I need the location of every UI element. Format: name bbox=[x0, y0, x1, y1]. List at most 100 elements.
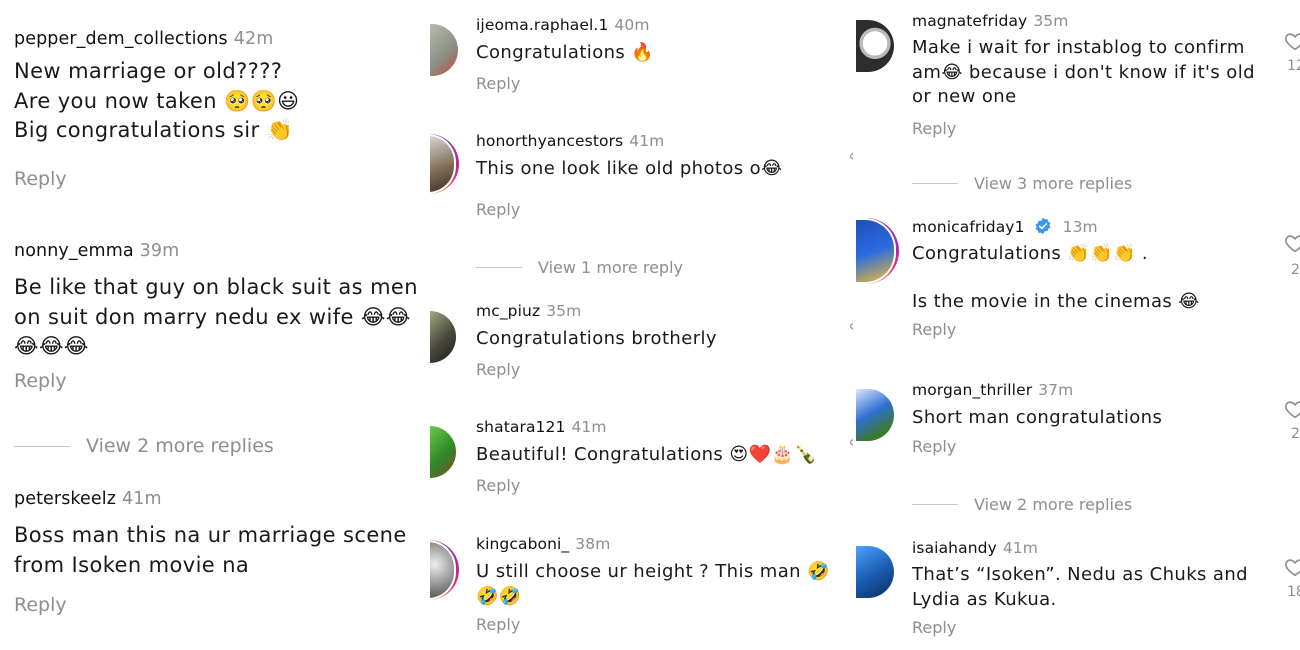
comment-line: Make i wait for instablog to confirm bbox=[912, 37, 1245, 58]
reply-button[interactable]: Reply bbox=[912, 320, 1200, 339]
reply-button[interactable]: Reply bbox=[14, 594, 407, 616]
comment-time: 40m bbox=[614, 16, 650, 34]
avatar-story-ring[interactable] bbox=[430, 540, 459, 600]
view-more-label[interactable]: View 3 more replies bbox=[974, 174, 1132, 193]
comment-line: Boss man this na ur marriage scene bbox=[14, 523, 407, 547]
username-text[interactable]: mc_piuz bbox=[476, 302, 540, 320]
reply-button[interactable]: Reply bbox=[476, 74, 654, 93]
avatar[interactable] bbox=[430, 426, 456, 478]
username-text[interactable]: morgan_thriller bbox=[912, 381, 1032, 399]
username-text[interactable]: kingcaboni_ bbox=[476, 535, 569, 553]
username-text[interactable]: monicafriday1 bbox=[912, 218, 1025, 236]
cutoff-icon: ‹ bbox=[850, 432, 854, 451]
comment-text: Be like that guy on black suit as men on… bbox=[14, 273, 418, 362]
comment-pepper: pepper_dem_collections 42m New marriage o… bbox=[14, 29, 299, 190]
divider bbox=[476, 267, 522, 268]
reply-button[interactable]: Reply bbox=[476, 200, 783, 219]
comment-line: am😂 because i don't know if it's old bbox=[912, 61, 1255, 83]
comment-text: U still choose ur height ? This man 🤣 🤣🤣 bbox=[476, 560, 830, 609]
avatar[interactable] bbox=[856, 20, 894, 72]
comment-ijeoma: ijeoma.raphael.1 40m Congratulations 🔥 Re… bbox=[476, 16, 654, 93]
comment-nonny: nonny_emma 39m Be like that guy on black … bbox=[14, 241, 418, 392]
username-text[interactable]: isaiahandy bbox=[912, 539, 997, 557]
reply-button[interactable]: Reply bbox=[14, 370, 418, 392]
reply-button[interactable]: Reply bbox=[912, 437, 1162, 456]
username-text[interactable]: pepper_dem_collections bbox=[14, 29, 228, 49]
comment-line: New marriage or old???? bbox=[14, 59, 283, 83]
reply-button[interactable]: Reply bbox=[14, 168, 299, 190]
comment-shatara: shatara121 41m Beautiful! Congratulations… bbox=[476, 418, 817, 495]
comment-line: or new one bbox=[912, 86, 1017, 107]
comment-text: That’s “Isoken”. Nedu as Chuks and Lydia… bbox=[912, 563, 1248, 612]
comment-username[interactable]: honorthyancestors 41m bbox=[476, 132, 783, 150]
comment-username[interactable]: shatara121 41m bbox=[476, 418, 817, 436]
like-count: 18 bbox=[1287, 584, 1300, 600]
reply-button[interactable]: Reply bbox=[476, 360, 717, 379]
comment-line: from Isoken movie na bbox=[14, 552, 250, 577]
reply-button[interactable]: Reply bbox=[912, 618, 1248, 637]
comment-username[interactable]: isaiahandy 41m bbox=[912, 539, 1248, 557]
heart-icon[interactable] bbox=[1284, 30, 1300, 52]
view-more-replies[interactable]: View 1 more reply bbox=[476, 258, 683, 277]
reply-button[interactable]: Reply bbox=[476, 476, 817, 495]
comment-line: 😂😂😂 bbox=[14, 334, 89, 358]
comment-username[interactable]: mc_piuz 35m bbox=[476, 302, 717, 320]
cutoff-icon: ‹ bbox=[850, 146, 854, 165]
comment-time: 41m bbox=[629, 132, 665, 150]
avatar[interactable] bbox=[430, 311, 456, 363]
avatar bbox=[430, 542, 454, 598]
comment-magnatefriday: magnatefriday 35m Make i wait for instabl… bbox=[912, 12, 1255, 138]
comment-honorthyancestors: honorthyancestors 41m This one look like … bbox=[476, 132, 783, 219]
comment-time: 38m bbox=[575, 535, 611, 553]
comment-username[interactable]: magnatefriday 35m bbox=[912, 12, 1255, 30]
username-text[interactable]: honorthyancestors bbox=[476, 132, 623, 150]
comment-line: 🤣🤣 bbox=[476, 585, 522, 607]
view-more-replies[interactable]: View 2 more replies bbox=[912, 495, 1132, 514]
comment-username[interactable]: ijeoma.raphael.1 40m bbox=[476, 16, 654, 34]
like-strip: 12 2 2 18 bbox=[1270, 0, 1300, 650]
comment-line: U still choose ur height ? This man 🤣 bbox=[476, 561, 830, 582]
comment-text: Short man congratulations bbox=[912, 407, 1163, 428]
heart-icon[interactable] bbox=[1284, 398, 1300, 420]
comment-username[interactable]: morgan_thriller 37m bbox=[912, 381, 1162, 399]
view-more-label[interactable]: View 2 more replies bbox=[974, 495, 1132, 514]
comment-username[interactable]: monicafriday1 13m bbox=[912, 217, 1200, 236]
reply-button[interactable]: Reply bbox=[912, 119, 1255, 138]
username-text[interactable]: shatara121 bbox=[476, 418, 565, 436]
like-count: 2 bbox=[1291, 426, 1300, 442]
avatar-story-ring[interactable] bbox=[430, 134, 459, 194]
heart-icon[interactable] bbox=[1284, 232, 1300, 254]
comment-username[interactable]: nonny_emma 39m bbox=[14, 241, 418, 261]
comment-text: Boss man this na ur marriage scene from … bbox=[14, 521, 407, 580]
heart-icon[interactable] bbox=[1284, 556, 1300, 578]
avatar-story-ring[interactable] bbox=[854, 218, 899, 284]
comment-username[interactable]: kingcaboni_ 38m bbox=[476, 535, 830, 553]
comment-time: 37m bbox=[1038, 381, 1074, 399]
view-more-label[interactable]: View 1 more reply bbox=[538, 258, 683, 277]
comment-morgan-thriller: morgan_thriller 37m Short man congratulat… bbox=[912, 381, 1162, 456]
comment-username[interactable]: pepper_dem_collections 42m bbox=[14, 29, 299, 49]
reply-button[interactable]: Reply bbox=[476, 615, 830, 634]
username-text[interactable]: peterskeelz bbox=[14, 489, 116, 509]
username-text[interactable]: magnatefriday bbox=[912, 12, 1027, 30]
comment-text: New marriage or old???? Are you now take… bbox=[14, 57, 299, 146]
comments-panel-1: pepper_dem_collections 42m New marriage o… bbox=[0, 0, 430, 650]
view-more-replies[interactable]: View 2 more replies bbox=[14, 435, 274, 457]
avatar[interactable] bbox=[856, 546, 894, 598]
comment-time: 41m bbox=[122, 489, 162, 509]
avatar[interactable] bbox=[430, 24, 458, 76]
comment-mc-piuz: mc_piuz 35m Congratulations brotherly Rep… bbox=[476, 302, 717, 379]
comment-username[interactable]: peterskeelz 41m bbox=[14, 489, 407, 509]
comment-line: on suit don marry nedu ex wife 😂😂 bbox=[14, 304, 411, 329]
view-more-label[interactable]: View 2 more replies bbox=[86, 435, 274, 457]
divider bbox=[912, 183, 958, 184]
username-text[interactable]: ijeoma.raphael.1 bbox=[476, 16, 608, 34]
username-text[interactable]: nonny_emma bbox=[14, 241, 134, 261]
comment-kingcaboni: kingcaboni_ 38m U still choose ur height … bbox=[476, 535, 830, 634]
view-more-replies[interactable]: View 3 more replies bbox=[912, 174, 1132, 193]
avatar[interactable] bbox=[856, 389, 894, 441]
comment-time: 13m bbox=[1062, 218, 1098, 236]
comment-line: That’s “Isoken”. Nedu as Chuks and bbox=[912, 564, 1248, 585]
divider bbox=[912, 504, 958, 505]
like-count: 2 bbox=[1291, 262, 1300, 278]
